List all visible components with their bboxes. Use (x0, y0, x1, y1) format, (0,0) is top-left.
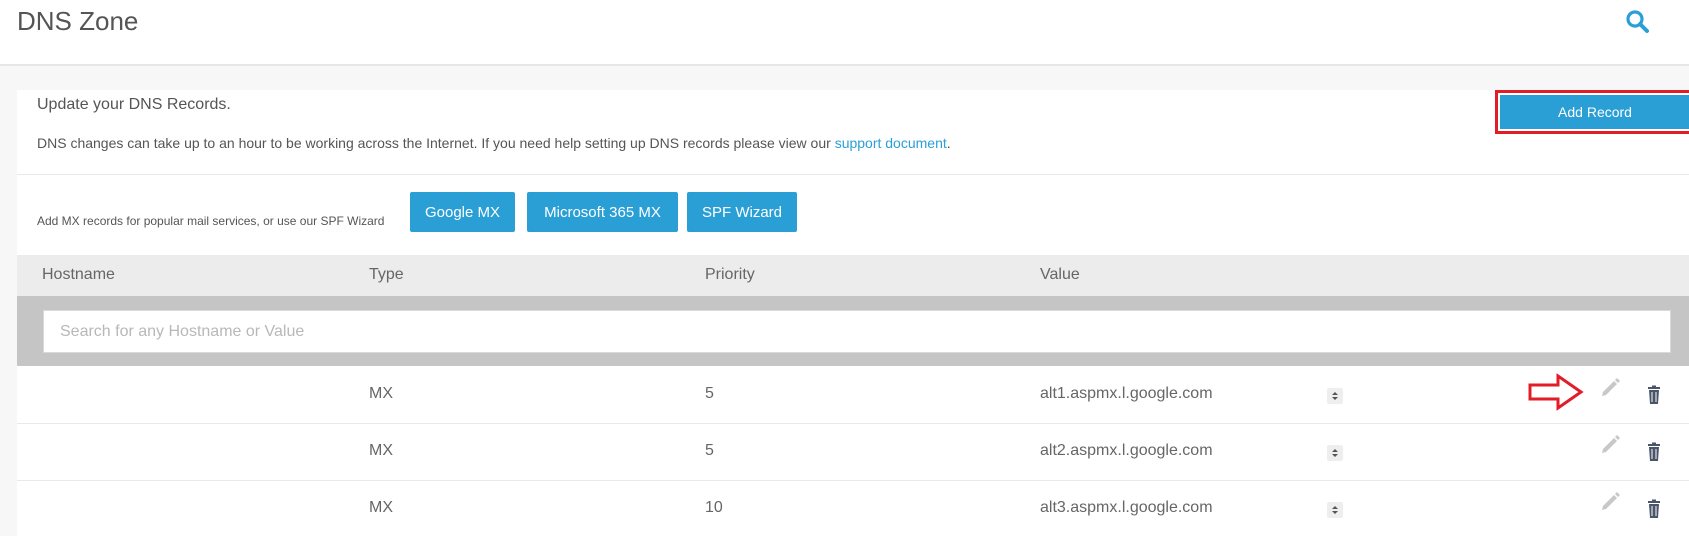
google-mx-button[interactable]: Google MX (410, 192, 515, 232)
table-row: MX 5 alt1.aspmx.l.google.com (17, 367, 1689, 424)
row-value: alt2.aspmx.l.google.com (1040, 442, 1213, 459)
page-title: DNS Zone (17, 6, 139, 36)
row-priority: 5 (705, 385, 714, 402)
row-type: MX (369, 385, 393, 402)
column-priority[interactable]: Priority (705, 266, 755, 284)
search-input[interactable] (43, 310, 1671, 353)
dns-records-card: Update your DNS Records. DNS changes can… (17, 90, 1689, 536)
sort-spinner-icon[interactable] (1327, 445, 1343, 461)
microsoft-365-mx-button[interactable]: Microsoft 365 MX (527, 192, 678, 232)
table-header: Hostname Type Priority Value (17, 255, 1689, 296)
divider (17, 174, 1689, 175)
row-priority: 10 (705, 499, 723, 516)
edit-pencil-icon[interactable] (1599, 489, 1623, 513)
intro-text-end: . (946, 135, 951, 151)
row-value: alt3.aspmx.l.google.com (1040, 499, 1213, 516)
row-priority: 5 (705, 442, 714, 459)
top-bar: DNS Zone (0, 0, 1689, 66)
intro-title: Update your DNS Records. (37, 96, 231, 113)
trash-icon[interactable] (1644, 499, 1664, 519)
add-record-highlight: Add Record (1495, 90, 1689, 134)
edit-pencil-icon[interactable] (1599, 432, 1623, 456)
trash-icon[interactable] (1644, 385, 1664, 405)
trash-icon[interactable] (1644, 442, 1664, 462)
row-value: alt1.aspmx.l.google.com (1040, 385, 1213, 402)
sort-spinner-icon[interactable] (1327, 502, 1343, 518)
column-type[interactable]: Type (369, 266, 404, 284)
search-icon[interactable] (1624, 8, 1652, 36)
spf-wizard-button[interactable]: SPF Wizard (687, 192, 797, 232)
red-arrow-annotation-icon (1528, 373, 1584, 411)
intro-text-body: DNS changes can take up to an hour to be… (37, 135, 835, 151)
table-row: MX 5 alt2.aspmx.l.google.com (17, 424, 1689, 481)
row-type: MX (369, 442, 393, 459)
search-band (17, 296, 1689, 366)
mx-helper-label: Add MX records for popular mail services… (37, 214, 385, 228)
row-type: MX (369, 499, 393, 516)
edit-pencil-icon[interactable] (1599, 375, 1623, 399)
column-hostname[interactable]: Hostname (42, 266, 115, 284)
intro-text: DNS changes can take up to an hour to be… (37, 135, 951, 151)
support-document-link[interactable]: support document (835, 135, 947, 151)
sort-spinner-icon[interactable] (1327, 388, 1343, 404)
add-record-button[interactable]: Add Record (1500, 95, 1689, 129)
table-row: MX 10 alt3.aspmx.l.google.com (17, 481, 1689, 536)
column-value[interactable]: Value (1040, 266, 1080, 284)
